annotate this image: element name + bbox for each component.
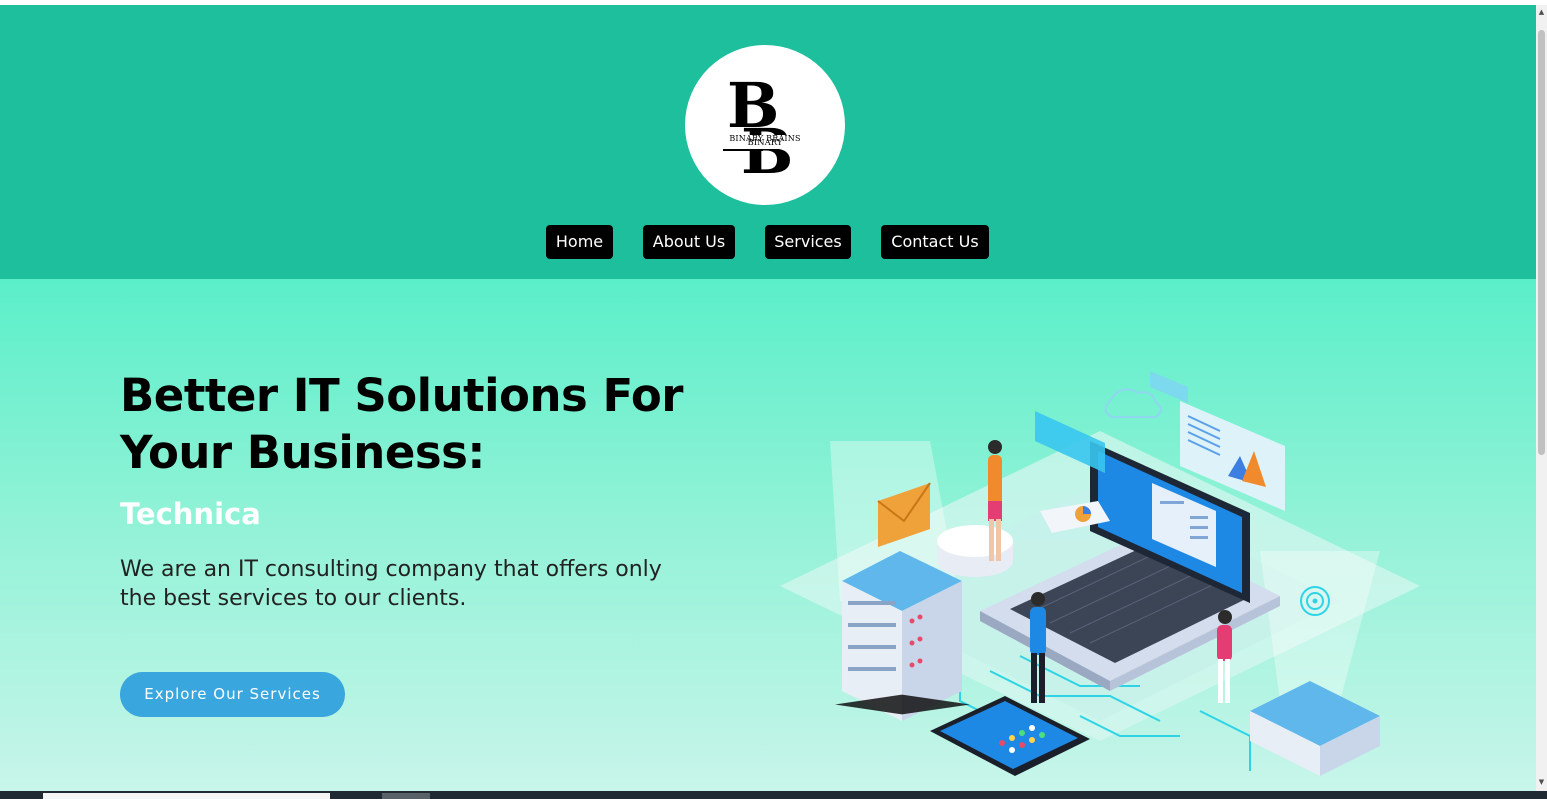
logo-text: BINARY BRAINS <box>729 134 801 143</box>
hero-title-line1: Better IT Solutions For <box>120 369 683 422</box>
main-nav: Home About Us Services Contact Us <box>0 225 1536 259</box>
scroll-down-arrow-icon[interactable]: ▼ <box>1537 777 1546 787</box>
vertical-scrollbar[interactable]: ▲ ▼ <box>1536 5 1547 791</box>
brand-logo[interactable]: B B BINARY BINARY BRAINS <box>685 45 845 205</box>
it-isometric-illustration-icon <box>780 371 1420 776</box>
binary-brains-logo-icon: B B BINARY <box>721 69 809 188</box>
explore-services-button[interactable]: Explore Our Services <box>120 672 345 717</box>
hero-section: Better IT Solutions For Your Business: T… <box>0 279 1536 791</box>
hero-description: We are an IT consulting company that off… <box>120 555 740 613</box>
nav-services-button[interactable]: Services <box>765 225 851 259</box>
taskbar-app-item[interactable] <box>43 793 330 799</box>
svg-text:B: B <box>741 115 793 188</box>
scroll-up-arrow-icon[interactable]: ▲ <box>1537 7 1546 17</box>
nav-contact-button[interactable]: Contact Us <box>881 225 989 259</box>
hero-title-line2: Your Business: <box>120 426 485 479</box>
page-viewport: B B BINARY BINARY BRAINS Home About Us S… <box>0 5 1536 791</box>
taskbar <box>0 791 1547 799</box>
site-header: B B BINARY BINARY BRAINS Home About Us S… <box>0 5 1536 279</box>
hero-subtitle: Technica <box>120 497 261 531</box>
hero-description-line2: the best services to our clients. <box>120 586 467 611</box>
nav-about-button[interactable]: About Us <box>643 225 735 259</box>
hero-description-line1: We are an IT consulting company that off… <box>120 557 662 582</box>
taskbar-app-item[interactable] <box>382 793 430 799</box>
hero-title: Better IT Solutions For Your Business: <box>120 367 760 481</box>
nav-home-button[interactable]: Home <box>546 225 613 259</box>
scrollbar-thumb[interactable] <box>1538 30 1545 455</box>
